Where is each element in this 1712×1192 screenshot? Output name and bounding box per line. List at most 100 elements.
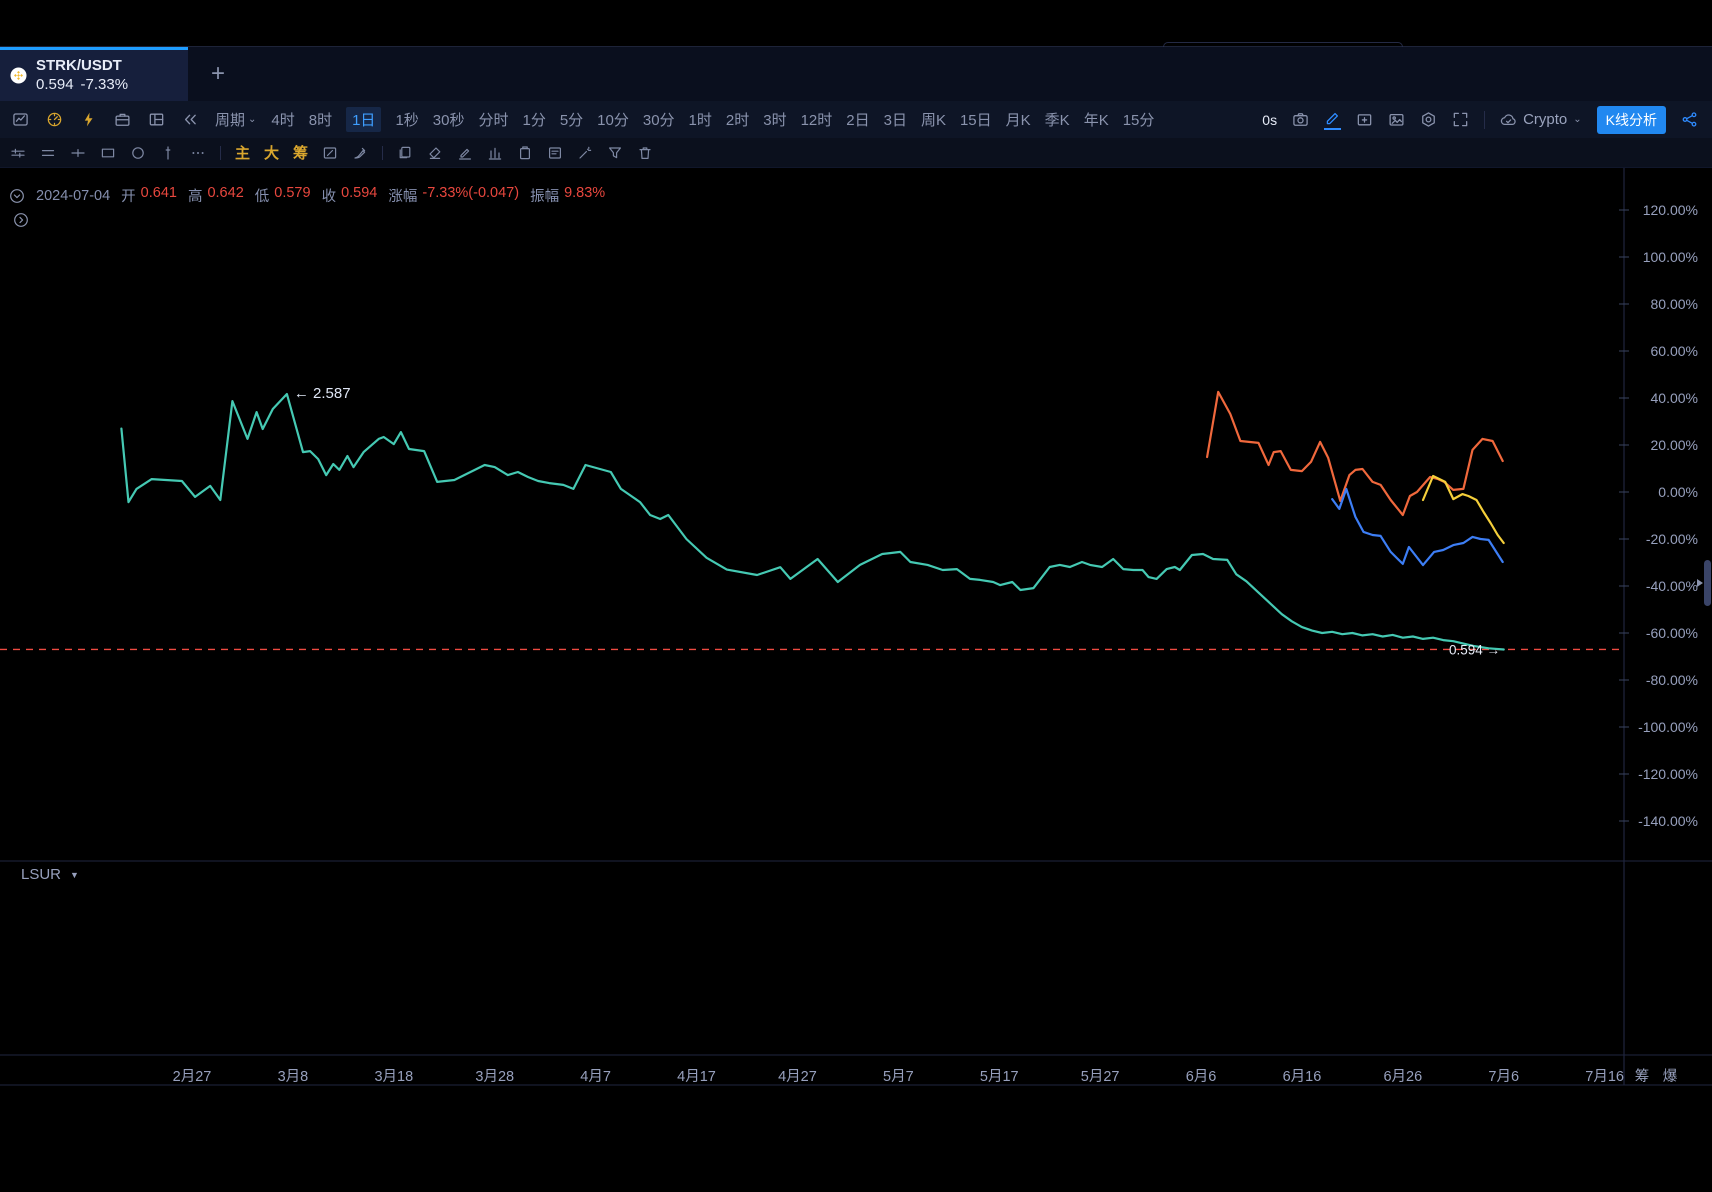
x-axis-label-2月27: 2月27 [173, 1069, 212, 1085]
series-line-STRK/USDT [121, 394, 1503, 650]
period-15分[interactable]: 15分 [1123, 109, 1155, 130]
draw-pencil-icon[interactable] [1324, 110, 1341, 130]
funnel-icon[interactable] [607, 145, 623, 161]
clone-tool-icon[interactable] [397, 145, 413, 161]
magic-icon[interactable] [577, 145, 593, 161]
rect-tool-icon[interactable] [100, 145, 116, 161]
period-1秒[interactable]: 1秒 [395, 109, 418, 130]
circle-chevron-right-icon[interactable] [13, 212, 29, 228]
period-1时[interactable]: 1时 [689, 109, 712, 130]
cloud-sync-menu[interactable]: Crypto ⌄ [1500, 111, 1582, 128]
period-menu[interactable]: 周期⌄ [215, 109, 256, 130]
y-axis-label: 0.00% [1658, 484, 1698, 500]
scrollbar-thumb[interactable] [1704, 560, 1711, 606]
trash-icon[interactable] [637, 145, 653, 161]
cross-line-icon[interactable] [70, 145, 86, 161]
ellipse-tool-icon[interactable] [130, 145, 146, 161]
rewind-icon[interactable] [182, 111, 199, 128]
y-axis-label: -120.00% [1638, 766, 1698, 782]
ohlc-bar: 2024-07-04 开0.641高0.642低0.579收0.594涨幅-7.… [9, 185, 605, 206]
kline-analysis-button[interactable]: K线分析 [1597, 106, 1666, 134]
y-axis-label: -100.00% [1638, 719, 1698, 735]
edit-chart-icon[interactable] [322, 145, 338, 161]
pen-line-icon[interactable] [457, 145, 473, 161]
more-tools-icon[interactable] [190, 145, 206, 161]
background-window-hint [1163, 42, 1403, 47]
y-axis-label: -80.00% [1646, 672, 1698, 688]
period-季K[interactable]: 季K [1045, 109, 1070, 130]
y-axis-label: -20.00% [1646, 531, 1698, 547]
vline-tool-icon[interactable] [160, 145, 176, 161]
toolbar-separator [220, 146, 221, 160]
period-30秒[interactable]: 30秒 [433, 109, 465, 130]
eraser-icon[interactable] [427, 145, 443, 161]
period-30分[interactable]: 30分 [643, 109, 675, 130]
circle-chevron-down-icon[interactable] [9, 188, 25, 204]
period-10分[interactable]: 10分 [597, 109, 629, 130]
brush-icon[interactable] [352, 145, 368, 161]
x-axis-label-4月7: 4月7 [580, 1069, 611, 1085]
period-1分[interactable]: 1分 [522, 109, 545, 130]
chips-tool[interactable]: 筹 [293, 142, 308, 163]
period-月K[interactable]: 月K [1006, 109, 1031, 130]
peak-annotation: ← 2.587 [294, 385, 351, 402]
drawing-toolbar: 主大筹 [0, 138, 1712, 168]
x-axis-label-4月27: 4月27 [778, 1069, 817, 1085]
period-3时[interactable]: 3时 [763, 109, 786, 130]
camera-icon[interactable] [1292, 111, 1309, 128]
x-axis-label-6月16: 6月16 [1283, 1069, 1322, 1085]
share-icon[interactable] [1681, 111, 1698, 128]
period-12时[interactable]: 12时 [801, 109, 833, 130]
axis-extra-label: 爆 [1663, 1068, 1678, 1085]
toolbox-icon[interactable] [114, 111, 131, 128]
period-年K[interactable]: 年K [1084, 109, 1109, 130]
clipboard-icon[interactable] [517, 145, 533, 161]
ohlc-date: 2024-07-04 [36, 188, 110, 204]
y-axis-label: 120.00% [1643, 202, 1698, 218]
note-edit-icon[interactable] [547, 145, 563, 161]
cloud-sync-icon [1500, 111, 1517, 128]
screenshot-image-icon[interactable] [1388, 111, 1405, 128]
period-2时[interactable]: 2时 [726, 109, 749, 130]
period-4时[interactable]: 4时 [271, 109, 294, 130]
large-view-tool[interactable]: 大 [264, 142, 279, 163]
cloud-menu-label: Crypto [1523, 111, 1567, 128]
settings-icon[interactable] [1420, 111, 1437, 128]
main-indicator-tool[interactable]: 主 [235, 142, 250, 163]
period-15日[interactable]: 15日 [960, 109, 992, 130]
period-5分[interactable]: 5分 [560, 109, 583, 130]
dashboard-icon[interactable] [46, 111, 63, 128]
tab-price: 0.594 [36, 76, 74, 95]
tab-strk-usdt[interactable]: STRK/USDT 0.594 -7.33% [0, 47, 188, 101]
axis-extra-label: 筹 [1635, 1068, 1650, 1085]
period-分时[interactable]: 分时 [478, 109, 508, 130]
trend-tools-icon[interactable] [10, 145, 26, 161]
parallel-lines-icon[interactable] [40, 145, 56, 161]
ohlc-field: 开0.641 [121, 185, 177, 206]
kline-chart-icon[interactable] [12, 111, 29, 128]
ohlc-field: 收0.594 [322, 185, 378, 206]
price-chart[interactable]: 120.00%100.00%80.00%60.00%40.00%20.00%0.… [0, 168, 1712, 1192]
chevron-down-icon: ⌄ [248, 114, 256, 125]
ohlc-field: 低0.579 [255, 185, 311, 206]
chart-region: 2024-07-04 开0.641高0.642低0.579收0.594涨幅-7.… [0, 168, 1712, 1192]
x-axis-label-5月17: 5月17 [980, 1069, 1019, 1085]
layout-icon[interactable] [148, 111, 165, 128]
new-tab-button[interactable]: + [188, 47, 248, 101]
x-axis-label-3月18: 3月18 [374, 1069, 413, 1085]
y-axis-label: 60.00% [1651, 343, 1698, 359]
scrollbar-arrow-icon [1697, 579, 1703, 587]
flash-icon[interactable] [80, 111, 97, 128]
period-8时[interactable]: 8时 [309, 109, 332, 130]
pattern-icon[interactable] [487, 145, 503, 161]
lsur-indicator-dropdown[interactable]: LSUR ▼ [21, 866, 79, 883]
add-window-icon[interactable] [1356, 111, 1373, 128]
triangle-down-icon: ▼ [70, 870, 79, 880]
fullscreen-icon[interactable] [1452, 111, 1469, 128]
period-3日[interactable]: 3日 [884, 109, 907, 130]
period-2日[interactable]: 2日 [846, 109, 869, 130]
y-axis-label: 100.00% [1643, 249, 1698, 265]
period-周K[interactable]: 周K [921, 109, 946, 130]
period-1日[interactable]: 1日 [346, 107, 381, 132]
x-axis-label-3月8: 3月8 [278, 1069, 309, 1085]
